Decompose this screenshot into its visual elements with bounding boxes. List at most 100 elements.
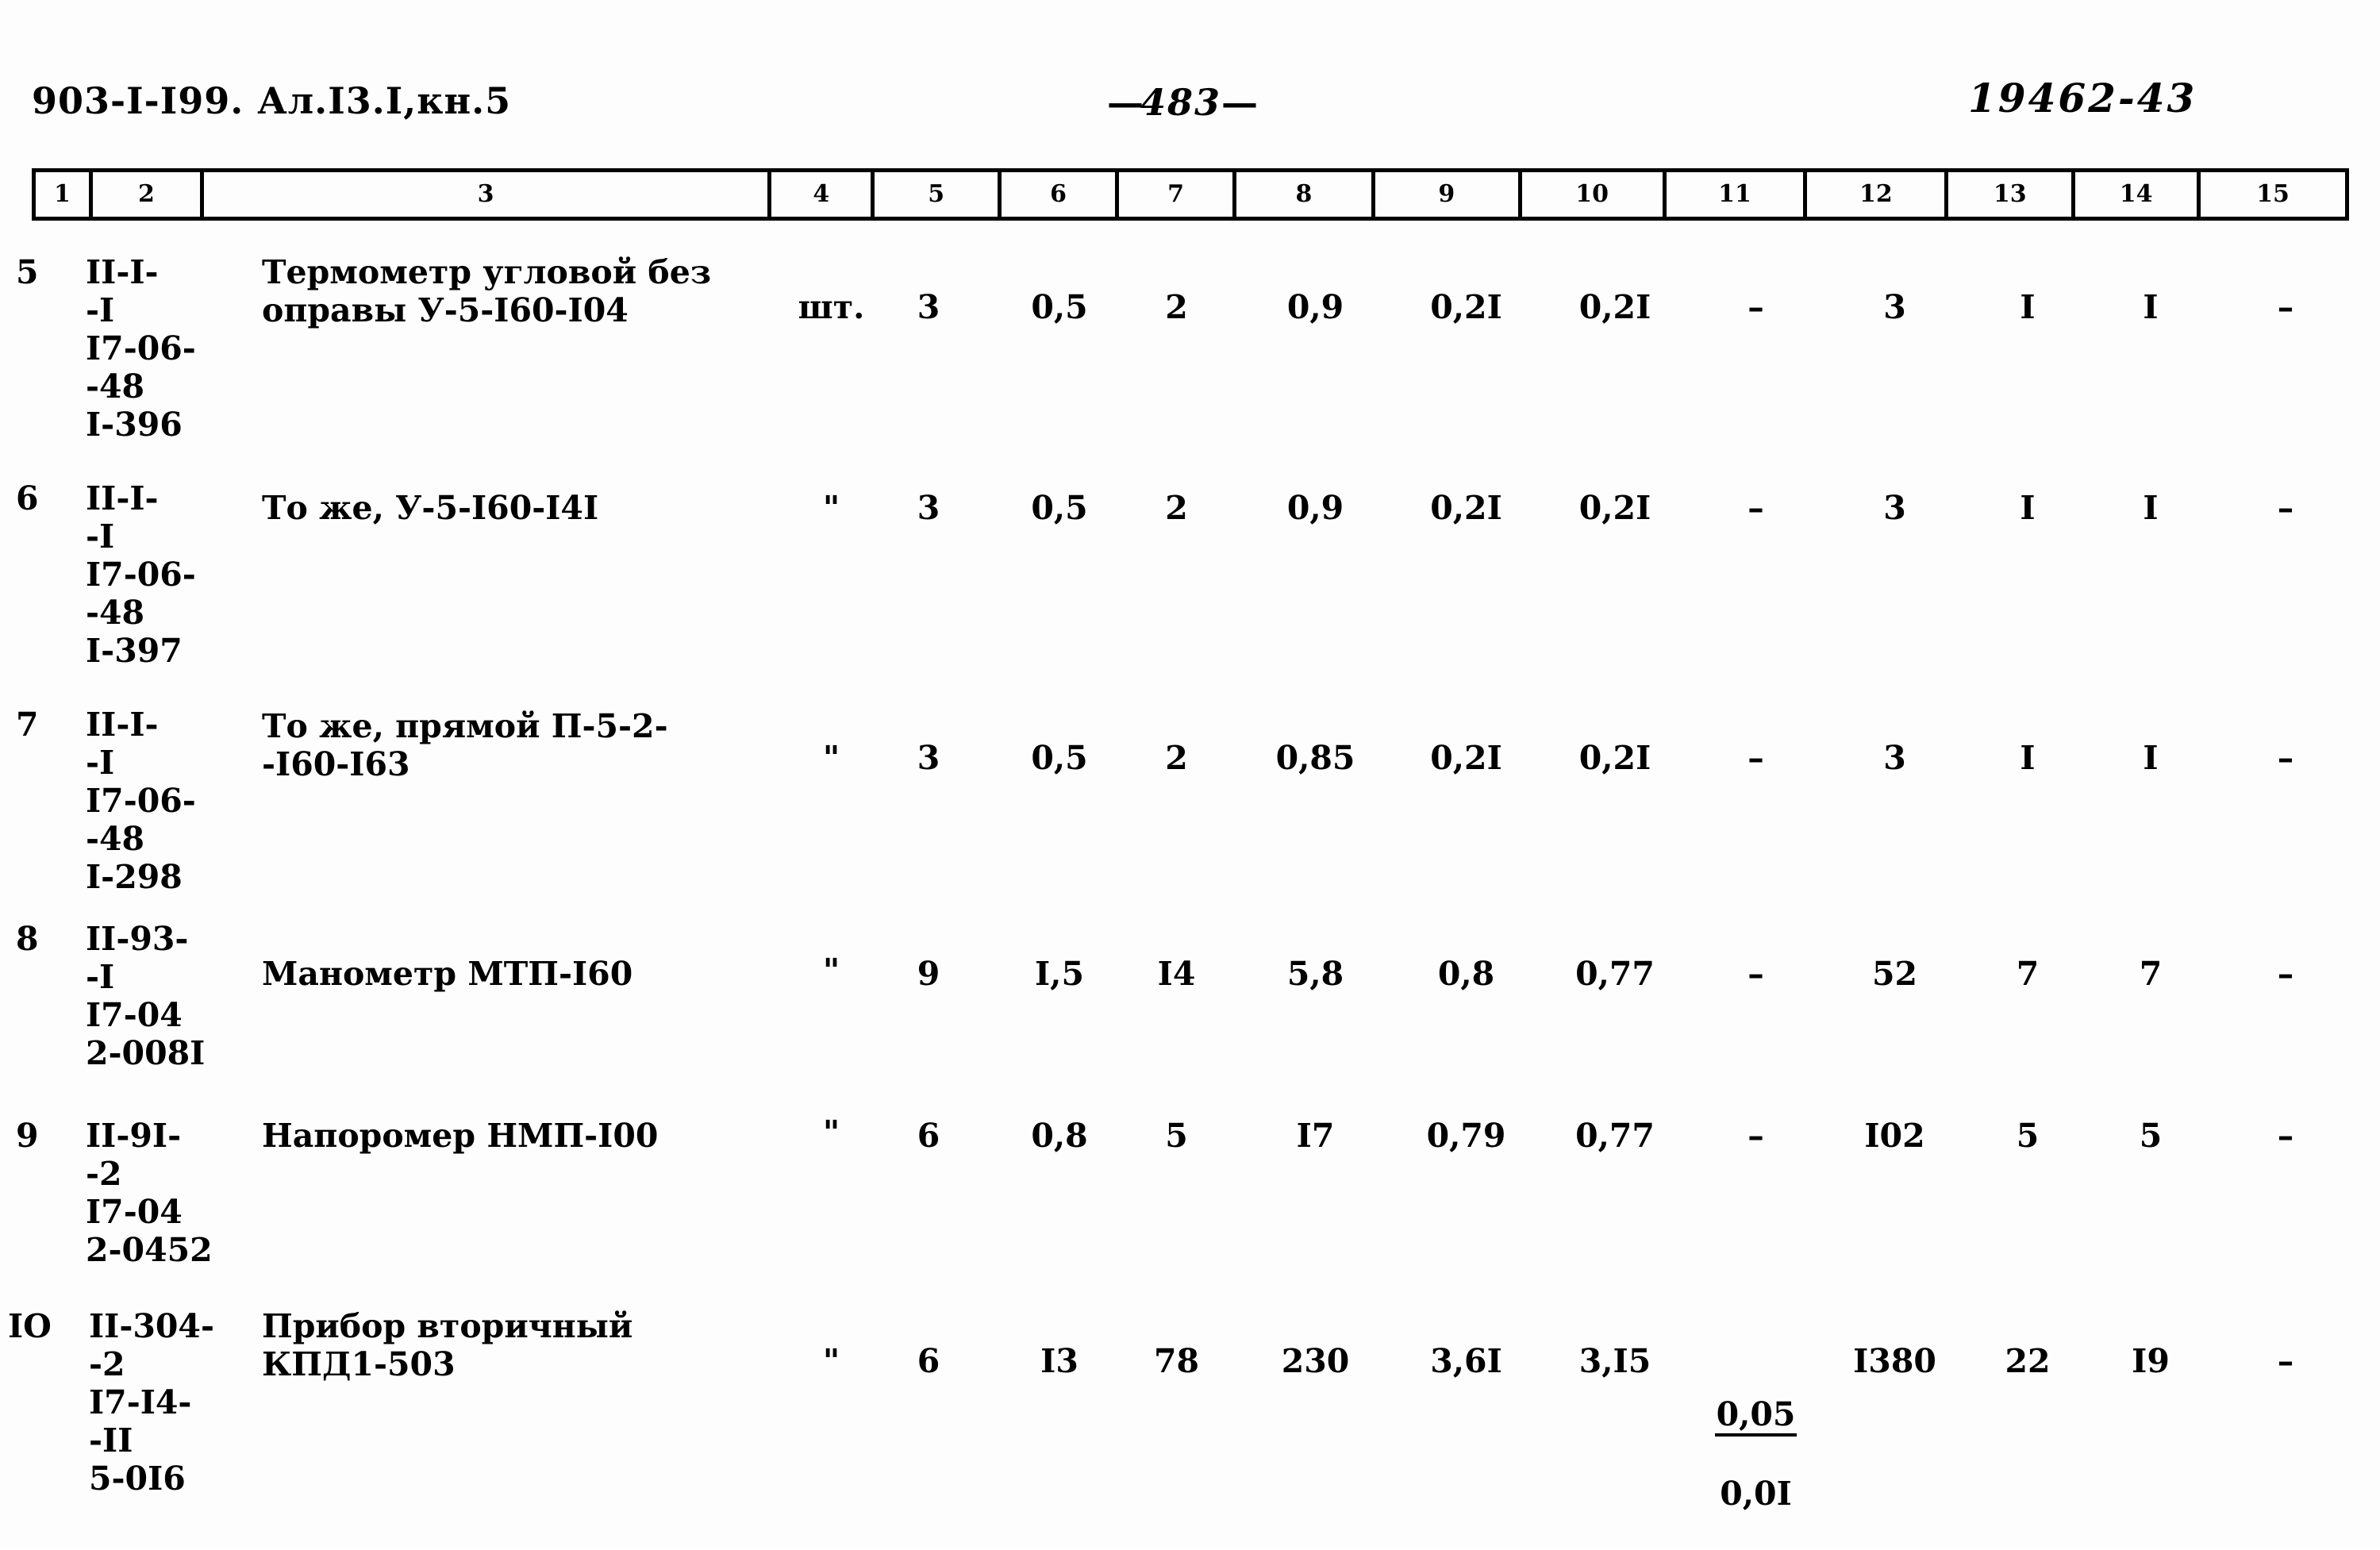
- row-value-13: I: [2020, 489, 2036, 527]
- row-name: То же, прямой П-5-2- -I60-I63: [262, 707, 668, 783]
- row-value-5: 3: [917, 288, 940, 326]
- row-value-14: 7: [2139, 955, 2163, 993]
- row-value-13: I: [2020, 288, 2036, 326]
- column-header-3: 3: [204, 172, 772, 217]
- row-unit: ": [822, 1113, 840, 1152]
- row-value-5: 6: [917, 1342, 940, 1380]
- page-number-prefix-dash: —: [1107, 81, 1144, 124]
- row-value-9: 0,2I: [1430, 489, 1502, 527]
- row-value-12: 3: [1883, 489, 1906, 527]
- row-unit: ": [822, 739, 840, 777]
- row-value-7: I4: [1157, 955, 1196, 993]
- row-name: Напоромер НМП-I00: [262, 1117, 659, 1155]
- column-header-11: 11: [1667, 172, 1808, 217]
- row-code: II-9I- -2 I7-04 2-0452: [86, 1117, 213, 1269]
- row-value-6: 0,5: [1031, 739, 1088, 777]
- row-unit: ": [822, 952, 840, 990]
- row-value-13: I: [2020, 739, 2036, 777]
- row-value-11: –: [1748, 1117, 1764, 1155]
- column-header-4: 4: [771, 172, 875, 217]
- row-value-6: I,5: [1035, 955, 1084, 993]
- row-value-13: 5: [2016, 1117, 2040, 1155]
- row-value-8: 0,85: [1275, 739, 1355, 777]
- row-value-6: 0,5: [1031, 489, 1088, 527]
- row-number: 7: [16, 706, 39, 744]
- column-header-6: 6: [1002, 172, 1120, 217]
- table-row: 8 II-93- -I I7-04 2-008I Манометр МТП-I6…: [0, 920, 2380, 1117]
- row-value-9: 0,79: [1426, 1117, 1506, 1155]
- page-number: —483—: [1107, 81, 1258, 124]
- row-unit: ": [822, 489, 840, 527]
- column-header-14: 14: [2075, 172, 2201, 217]
- row-value-10: 0,2I: [1578, 739, 1651, 777]
- row-value-13: 22: [2005, 1342, 2051, 1380]
- row-value-5: 6: [917, 1117, 940, 1155]
- row-value-8: I7: [1296, 1117, 1335, 1155]
- column-header-12: 12: [1807, 172, 1949, 217]
- row-name: Термометр угловой без оправы У-5-I60-I04: [262, 253, 712, 329]
- row-number: 6: [16, 479, 39, 517]
- row-value-11: –: [1748, 955, 1764, 993]
- row-value-6: 0,8: [1031, 1117, 1088, 1155]
- row-value-11: –: [1748, 489, 1764, 527]
- row-value-6: 0,5: [1031, 288, 1088, 326]
- row-value-7: 5: [1165, 1117, 1188, 1155]
- table-column-header-row: 1 2 3 4 5 6 7 8 9 10 11 12 13 14 15: [32, 168, 2349, 221]
- row-value-14: I: [2143, 739, 2159, 777]
- column-header-2: 2: [93, 172, 204, 217]
- fraction: 0,05 0,0I: [1714, 1360, 1797, 1549]
- column-header-7: 7: [1119, 172, 1236, 217]
- row-code: II-93- -I I7-04 2-008I: [86, 920, 206, 1072]
- row-value-11: –: [1748, 288, 1764, 326]
- column-header-10: 10: [1522, 172, 1667, 217]
- row-name: То же, У-5-I60-I4I: [262, 489, 599, 527]
- row-value-14: I9: [2132, 1342, 2170, 1380]
- page-number-value: 483: [1140, 81, 1222, 124]
- archive-number: 19462-43: [1968, 75, 2197, 121]
- row-value-9: 3,6I: [1430, 1342, 1502, 1380]
- column-header-8: 8: [1236, 172, 1375, 217]
- row-code: II-304- -2 I7-I4- -II 5-0I6: [89, 1307, 214, 1498]
- table-row: 6 II-I- -I I7-06- -48 I-397 То же, У-5-I…: [0, 479, 2380, 706]
- row-value-5: 3: [917, 739, 940, 777]
- row-code: II-I- -I I7-06- -48 I-397: [86, 479, 196, 670]
- table-row: IO II-304- -2 I7-I4- -II 5-0I6 Прибор вт…: [0, 1307, 2380, 1534]
- row-code: II-I- -I I7-06- -48 I-298: [86, 706, 196, 896]
- row-name: Манометр МТП-I60: [262, 955, 633, 993]
- row-value-7: 78: [1153, 1342, 1200, 1380]
- row-value-8: 0,9: [1286, 288, 1344, 326]
- row-value-14: 5: [2139, 1117, 2163, 1155]
- column-header-15: 15: [2256, 180, 2290, 208]
- row-value-8: 0,9: [1286, 489, 1344, 527]
- row-value-15: –: [2277, 489, 2294, 527]
- row-value-5: 3: [917, 489, 940, 527]
- column-header-13: 13: [1948, 172, 2076, 217]
- table-body: 5 II-I- -I I7-06- -48 I-396 Термометр уг…: [0, 253, 2380, 1534]
- row-value-14: I: [2143, 489, 2159, 527]
- row-number: 9: [16, 1117, 39, 1155]
- column-header-9: 9: [1375, 172, 1522, 217]
- column-header-1: 1: [36, 172, 93, 217]
- row-value-10: 0,2I: [1578, 288, 1651, 326]
- row-value-15: –: [2277, 1342, 2294, 1380]
- row-name: Прибор вторичный КПД1-503: [262, 1307, 633, 1383]
- row-code: II-I- -I I7-06- -48 I-396: [86, 253, 196, 444]
- row-value-7: 2: [1165, 739, 1188, 777]
- row-unit: ": [822, 1342, 840, 1380]
- row-value-15: –: [2277, 739, 2294, 777]
- table-row: 7 II-I- -I I7-06- -48 I-298 То же, прямо…: [0, 706, 2380, 921]
- row-value-8: 5,8: [1286, 955, 1344, 993]
- row-number: 8: [16, 920, 39, 958]
- fraction-denominator: 0,0I: [1720, 1474, 1792, 1513]
- row-value-11-fraction: 0,05 0,0I: [1686, 1322, 1825, 1550]
- row-value-12: I02: [1864, 1117, 1925, 1155]
- row-value-7: 2: [1165, 489, 1188, 527]
- row-value-10: 0,77: [1575, 1117, 1655, 1155]
- row-value-11: –: [1748, 739, 1764, 777]
- row-value-12: 3: [1883, 739, 1906, 777]
- column-header-5: 5: [875, 172, 1002, 217]
- table-row: 5 II-I- -I I7-06- -48 I-396 Термометр уг…: [0, 253, 2380, 480]
- row-value-7: 2: [1165, 288, 1188, 326]
- row-value-13: 7: [2016, 955, 2040, 993]
- row-unit: шт.: [798, 288, 865, 326]
